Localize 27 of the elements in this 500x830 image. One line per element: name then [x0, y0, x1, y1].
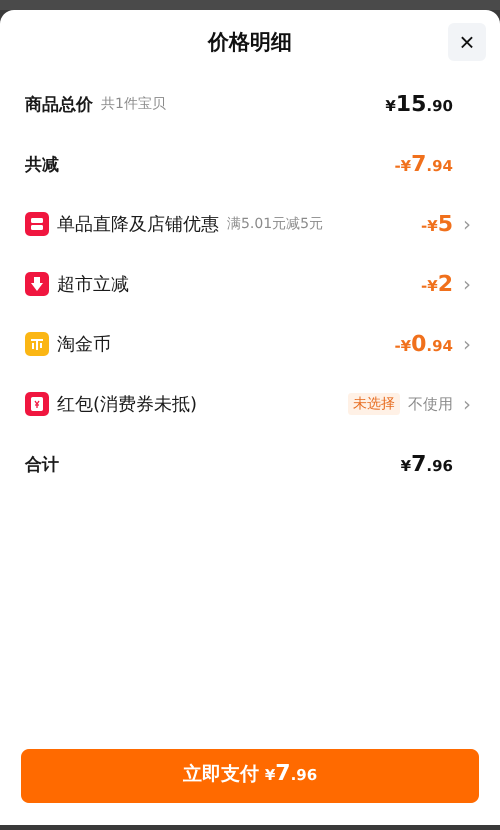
row-label: 商品总价	[25, 94, 93, 116]
status-tag: 未选择	[348, 393, 400, 415]
status-text: 不使用	[408, 394, 453, 414]
row-label: 超市立减	[57, 273, 129, 296]
sheet-title: 价格明细	[208, 29, 292, 56]
row-amount: -¥7.94	[394, 152, 453, 176]
row-amount: ¥15.90	[385, 92, 453, 116]
chevron-icon[interactable]: ›	[463, 392, 475, 416]
row-label: 合计	[25, 454, 59, 476]
store-icon	[25, 212, 49, 236]
row-label: 共减	[25, 154, 59, 176]
row-label: 红包(消费券未抵)	[57, 393, 198, 416]
row-amount: -¥2	[421, 272, 453, 296]
row-amount: -¥0.94	[394, 332, 453, 356]
chevron-icon[interactable]: ›	[463, 212, 475, 236]
row-note: 满5.01元减5元	[227, 215, 324, 233]
row-amount: ¥7.96	[400, 452, 453, 476]
chevron-icon[interactable]: ›	[463, 332, 475, 356]
row-label: 单品直降及店铺优惠	[57, 213, 219, 236]
row-label: 淘金币	[57, 333, 111, 356]
chevron-icon[interactable]: ›	[463, 272, 475, 296]
coin-icon	[25, 332, 49, 356]
row-amount: -¥5	[421, 212, 453, 236]
envelope-icon	[25, 392, 49, 416]
pay-button[interactable]: 立即支付 ¥7.96	[21, 749, 479, 803]
close-button[interactable]: ×	[448, 23, 486, 61]
row-note: 共1件宝贝	[101, 95, 166, 113]
